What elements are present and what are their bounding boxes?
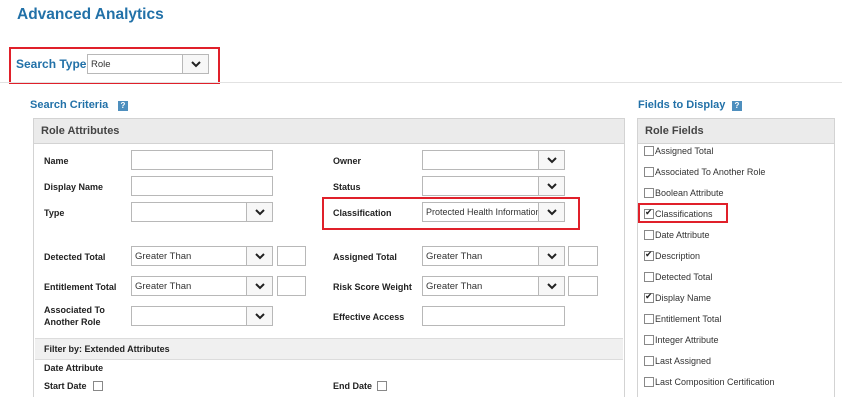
search-type-value: Role [91, 59, 111, 70]
assigned-total-label: Assigned Total [333, 252, 397, 262]
role-fields-title: Role Fields [645, 125, 704, 137]
associated-role-select[interactable] [131, 306, 273, 326]
field-label: Associated To Another Role [655, 167, 766, 177]
start-date-label: Start Date [44, 381, 87, 391]
another-role-label: Another Role [44, 317, 101, 327]
checkbox[interactable] [644, 146, 654, 156]
chevron-down-icon [538, 177, 564, 195]
checkbox[interactable] [644, 272, 654, 282]
display-name-input[interactable] [131, 176, 273, 196]
chevron-down-icon [182, 55, 208, 73]
type-select[interactable] [131, 202, 273, 222]
entitlement-total-operator-select[interactable]: Greater Than [131, 276, 273, 296]
owner-label: Owner [333, 156, 362, 166]
chevron-down-icon [246, 203, 272, 221]
associated-to-label: Associated To [44, 305, 105, 315]
status-label: Status [333, 182, 361, 192]
field-label: Last Composition Certification [655, 377, 775, 387]
checkbox[interactable] [644, 167, 654, 177]
fields-to-display-title: Fields to Display [638, 99, 726, 111]
entitlement-total-input[interactable] [277, 276, 306, 296]
field-label: Description [655, 251, 701, 261]
field-label: Boolean Attribute [655, 188, 724, 198]
risk-score-weight-input[interactable] [568, 276, 598, 296]
chevron-down-icon [538, 277, 564, 295]
page-title: Advanced Analytics [17, 6, 164, 23]
chevron-down-icon [246, 277, 272, 295]
checkbox[interactable] [644, 188, 654, 198]
end-date-label: End Date [333, 381, 373, 391]
name-label: Name [44, 156, 69, 166]
field-label: Last Assigned [655, 356, 712, 366]
end-date-checkbox[interactable] [377, 381, 387, 391]
owner-select[interactable] [422, 150, 565, 170]
search-type-label: Search Type [16, 57, 87, 71]
detected-total-label: Detected Total [44, 252, 106, 262]
checkbox[interactable] [644, 292, 654, 303]
detected-total-operator-value: Greater Than [135, 251, 192, 262]
assigned-total-operator-value: Greater Than [426, 251, 483, 262]
chevron-down-icon [246, 247, 272, 265]
entitlement-total-operator-value: Greater Than [135, 281, 192, 292]
role-fields-header: Role Fields [638, 119, 834, 144]
field-label: Assigned Total [655, 146, 714, 156]
status-select[interactable] [422, 176, 565, 196]
checkbox[interactable] [644, 314, 654, 324]
risk-score-weight-label: Risk Score Weight [333, 282, 412, 292]
assigned-total-input[interactable] [568, 246, 598, 266]
classification-highlight [322, 197, 580, 230]
search-type-select[interactable]: Role [87, 54, 209, 74]
help-icon[interactable]: ? [732, 101, 742, 111]
chevron-down-icon [538, 151, 564, 169]
extended-attributes-title: Filter by: Extended Attributes [44, 344, 170, 354]
role-attributes-header: Role Attributes [34, 119, 624, 144]
field-label: Display Name [655, 293, 712, 303]
help-icon[interactable]: ? [118, 101, 128, 111]
role-fields-panel: Role Fields Assigned Total Associated To… [637, 118, 835, 397]
checkbox[interactable] [644, 377, 654, 387]
role-attributes-panel: Role Attributes Name Owner Display Name … [33, 118, 625, 397]
risk-score-weight-operator-value: Greater Than [426, 281, 483, 292]
checkbox[interactable] [644, 230, 654, 240]
effective-access-label: Effective Access [333, 312, 405, 322]
classifications-field-highlight [638, 203, 728, 223]
role-attributes-title: Role Attributes [41, 125, 120, 137]
field-label: Detected Total [655, 272, 713, 282]
type-label: Type [44, 208, 65, 218]
date-attribute-label: Date Attribute [44, 363, 104, 373]
chevron-down-icon [538, 247, 564, 265]
search-criteria-title: Search Criteria [30, 99, 109, 111]
risk-score-weight-operator-select[interactable]: Greater Than [422, 276, 565, 296]
field-label: Date Attribute [655, 230, 710, 240]
detected-total-input[interactable] [277, 246, 306, 266]
divider [0, 82, 842, 83]
extended-attributes-bar: Filter by: Extended Attributes [35, 338, 623, 360]
effective-access-input[interactable] [422, 306, 565, 326]
field-label: Entitlement Total [655, 314, 722, 324]
name-input[interactable] [131, 150, 273, 170]
chevron-down-icon [246, 307, 272, 325]
display-name-label: Display Name [44, 182, 104, 192]
start-date-checkbox[interactable] [93, 381, 103, 391]
checkbox[interactable] [644, 250, 654, 261]
assigned-total-operator-select[interactable]: Greater Than [422, 246, 565, 266]
detected-total-operator-select[interactable]: Greater Than [131, 246, 273, 266]
checkbox[interactable] [644, 335, 654, 345]
entitlement-total-label: Entitlement Total [44, 282, 117, 292]
checkbox[interactable] [644, 356, 654, 366]
field-label: Integer Attribute [655, 335, 719, 345]
